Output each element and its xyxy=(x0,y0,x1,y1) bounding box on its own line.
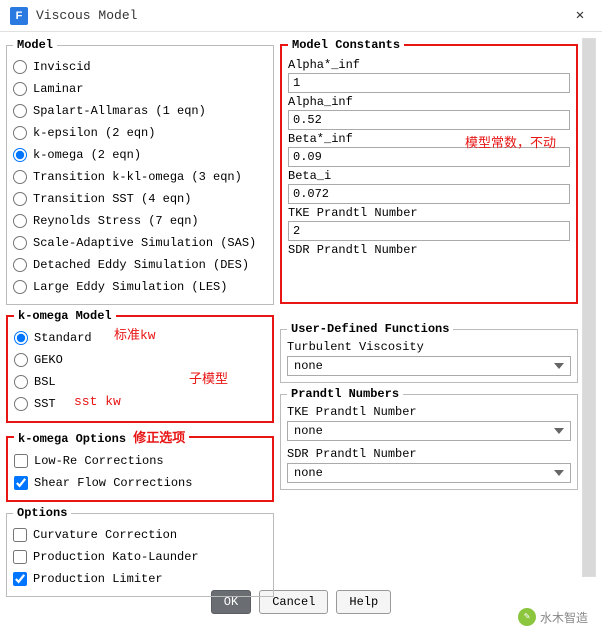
komega-radio-sst[interactable] xyxy=(14,397,28,411)
model-radio-transition-kklomega[interactable] xyxy=(13,170,27,184)
model-label: Reynolds Stress (7 eqn) xyxy=(33,212,199,230)
window-title: Viscous Model xyxy=(36,8,568,23)
chevron-down-icon xyxy=(554,428,564,434)
annot-corr: 修正选项 xyxy=(133,431,185,446)
annot-standard-kw: 标准kw xyxy=(114,327,156,345)
wechat-icon: ✎ xyxy=(518,608,536,626)
model-legend: Model xyxy=(13,38,57,52)
check-label: Production Limiter xyxy=(33,570,163,588)
model-label: Spalart-Allmaras (1 eqn) xyxy=(33,102,206,120)
watermark-text: 水木智造 xyxy=(540,609,588,626)
komega-options-legend: k-omega Options 修正选项 xyxy=(14,427,189,446)
udf-legend: User-Defined Functions xyxy=(287,322,453,336)
annot-sst-kw: sst kw xyxy=(74,393,121,411)
model-radio-laminar[interactable] xyxy=(13,82,27,96)
komega-options-group: k-omega Options 修正选项 Low-Re Corrections … xyxy=(6,427,274,502)
prandtl-select-tke[interactable]: none xyxy=(287,421,571,441)
mc-label: SDR Prandtl Number xyxy=(288,243,570,257)
model-label: k-omega (2 eqn) xyxy=(33,146,141,164)
model-radio-transition-sst[interactable] xyxy=(13,192,27,206)
model-constants-group: Model Constants 模型常数，不动 Alpha*_inf Alpha… xyxy=(280,38,578,304)
left-column: Model Inviscid Laminar Spalart-Allmaras … xyxy=(6,38,274,577)
mc-input-tkepr[interactable] xyxy=(288,221,570,241)
check-label: Curvature Correction xyxy=(33,526,177,544)
mc-label: Alpha*_inf xyxy=(288,58,570,72)
close-button[interactable]: ✕ xyxy=(568,7,592,24)
komega-label: SST xyxy=(34,395,56,413)
prandtl-label: SDR Prandtl Number xyxy=(287,447,571,461)
help-button[interactable]: Help xyxy=(336,590,391,614)
model-constants-legend: Model Constants xyxy=(288,38,404,52)
model-radio-reynolds-stress[interactable] xyxy=(13,214,27,228)
udf-value: none xyxy=(294,359,323,373)
check-shearflow[interactable] xyxy=(14,476,28,490)
komega-radio-bsl[interactable] xyxy=(14,375,28,389)
model-label: k-epsilon (2 eqn) xyxy=(33,124,155,142)
model-radio-les[interactable] xyxy=(13,280,27,294)
app-icon: F xyxy=(10,7,28,25)
model-radio-des[interactable] xyxy=(13,258,27,272)
komega-label: GEKO xyxy=(34,351,63,369)
komega-label: BSL xyxy=(34,373,56,391)
check-prodlimiter[interactable] xyxy=(13,572,27,586)
check-label: Shear Flow Corrections xyxy=(34,474,192,492)
prandtl-legend: Prandtl Numbers xyxy=(287,387,403,401)
model-radio-komega[interactable] xyxy=(13,148,27,162)
mc-input-betastar[interactable] xyxy=(288,147,570,167)
model-radio-inviscid[interactable] xyxy=(13,60,27,74)
model-label: Transition SST (4 eqn) xyxy=(33,190,191,208)
komega-model-legend: k-omega Model xyxy=(14,309,116,323)
prandtl-value: none xyxy=(294,424,323,438)
udf-group: User-Defined Functions Turbulent Viscosi… xyxy=(280,322,578,383)
mc-label: Alpha_inf xyxy=(288,95,570,109)
model-label: Transition k-kl-omega (3 eqn) xyxy=(33,168,242,186)
chevron-down-icon xyxy=(554,470,564,476)
chevron-down-icon xyxy=(554,363,564,369)
mc-input-betai[interactable] xyxy=(288,184,570,204)
model-radio-sas[interactable] xyxy=(13,236,27,250)
komega-model-group: k-omega Model Standard 标准kw GEKO BSL 子模型… xyxy=(6,309,274,423)
options-group: Options Curvature Correction Production … xyxy=(6,506,274,597)
dialog-content: Model Inviscid Laminar Spalart-Allmaras … xyxy=(0,32,602,577)
model-group: Model Inviscid Laminar Spalart-Allmaras … xyxy=(6,38,274,305)
annot-submodel: 子模型 xyxy=(189,371,228,389)
mc-input-alpha[interactable] xyxy=(288,110,570,130)
udf-select-turbvisc[interactable]: none xyxy=(287,356,571,376)
check-curvature[interactable] xyxy=(13,528,27,542)
titlebar: F Viscous Model ✕ xyxy=(0,0,602,32)
model-label: Inviscid xyxy=(33,58,91,76)
model-radio-kepsilon[interactable] xyxy=(13,126,27,140)
model-label: Laminar xyxy=(33,80,83,98)
check-label: Production Kato-Launder xyxy=(33,548,199,566)
mc-label: Beta*_inf xyxy=(288,132,570,146)
check-lowre[interactable] xyxy=(14,454,28,468)
mc-label: Beta_i xyxy=(288,169,570,183)
model-label: Scale-Adaptive Simulation (SAS) xyxy=(33,234,256,252)
watermark: ✎ 水木智造 xyxy=(518,608,588,626)
prandtl-value: none xyxy=(294,466,323,480)
prandtl-group: Prandtl Numbers TKE Prandtl Number none … xyxy=(280,387,578,490)
model-radio-spalart[interactable] xyxy=(13,104,27,118)
options-legend: Options xyxy=(13,506,71,520)
prandtl-select-sdr[interactable]: none xyxy=(287,463,571,483)
scrollbar-thumb[interactable] xyxy=(583,39,595,576)
model-label: Detached Eddy Simulation (DES) xyxy=(33,256,249,274)
komega-label: Standard xyxy=(34,329,92,347)
komega-radio-standard[interactable] xyxy=(14,331,28,345)
mc-label: TKE Prandtl Number xyxy=(288,206,570,220)
komega-radio-geko[interactable] xyxy=(14,353,28,367)
mc-input-alphastar[interactable] xyxy=(288,73,570,93)
model-label: Large Eddy Simulation (LES) xyxy=(33,278,227,296)
scrollbar[interactable] xyxy=(582,38,596,577)
udf-label: Turbulent Viscosity xyxy=(287,340,571,354)
check-label: Low-Re Corrections xyxy=(34,452,164,470)
check-kato[interactable] xyxy=(13,550,27,564)
prandtl-label: TKE Prandtl Number xyxy=(287,405,571,419)
